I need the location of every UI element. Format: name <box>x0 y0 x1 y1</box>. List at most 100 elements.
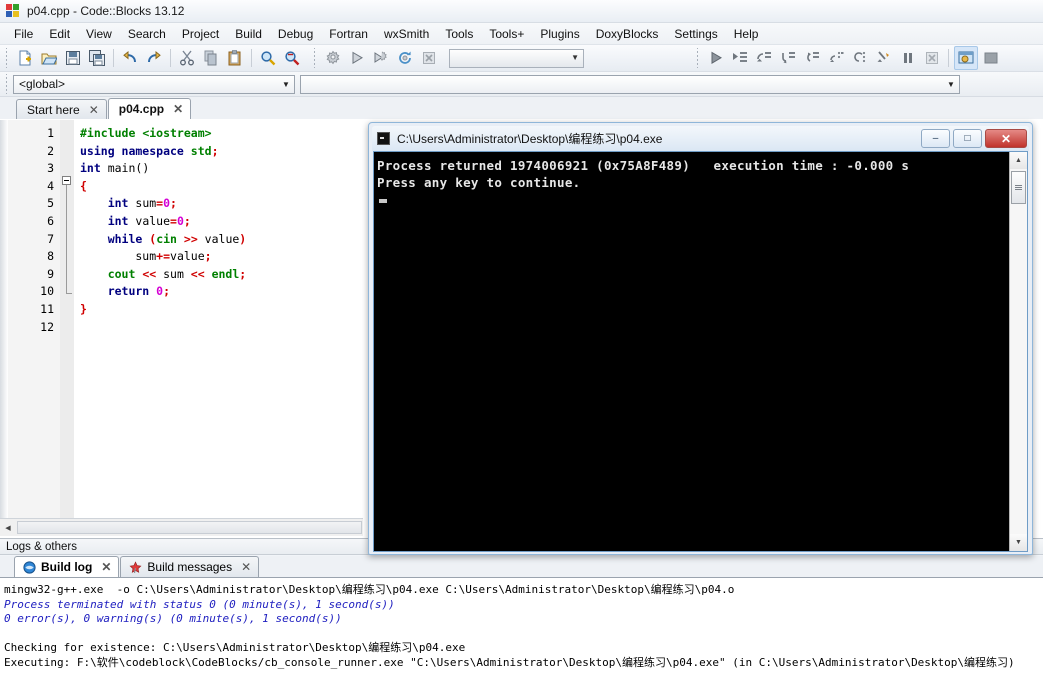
open-file-icon[interactable] <box>38 47 60 69</box>
function-combo[interactable]: ▼ <box>300 74 960 94</box>
close-icon[interactable]: ✕ <box>101 560 111 574</box>
menu-item-file[interactable]: File <box>6 25 41 43</box>
scroll-left-icon[interactable]: ◀ <box>0 520 16 535</box>
next-line-icon[interactable] <box>753 47 775 69</box>
code-token: endl <box>211 266 240 281</box>
toolbar-grip[interactable] <box>311 48 318 68</box>
editor-tab-p04-cpp[interactable]: p04.cpp ✕ <box>107 98 192 119</box>
menu-item-wxsmith[interactable]: wxSmith <box>376 25 437 43</box>
editor-horizontal-scrollbar[interactable]: ◀ <box>0 518 363 536</box>
scroll-track[interactable] <box>1010 169 1027 534</box>
menu-item-tools-plus[interactable]: Tools+ <box>481 25 532 43</box>
code-folding-margin[interactable] <box>60 120 74 518</box>
next-instruction-icon[interactable] <box>825 47 847 69</box>
console-line: Process returned 1974006921 (0x75A8F489)… <box>377 158 910 173</box>
menu-item-edit[interactable]: Edit <box>41 25 78 43</box>
menu-item-build[interactable]: Build <box>227 25 270 43</box>
scroll-up-icon[interactable]: ▲ <box>1010 152 1027 169</box>
build-and-run-icon[interactable] <box>370 47 392 69</box>
editor-tab-start-here[interactable]: Start here ✕ <box>16 99 107 119</box>
close-icon[interactable]: ✕ <box>173 102 183 116</box>
console-window-buttons: – □ ✕ <box>918 129 1029 148</box>
code-token: ; <box>183 213 191 228</box>
paste-icon[interactable] <box>224 47 246 69</box>
logs-tab-build-log[interactable]: Build log ✕ <box>14 556 120 577</box>
chevron-down-icon: ▼ <box>947 79 955 89</box>
toolbar-separator <box>170 49 171 67</box>
code-token: int <box>80 213 136 228</box>
copy-icon[interactable] <box>200 47 222 69</box>
log-line: Process terminated with status 0 (0 minu… <box>4 597 395 611</box>
step-out-icon[interactable] <box>801 47 823 69</box>
menu-item-help[interactable]: Help <box>726 25 767 43</box>
chevron-down-icon: ▼ <box>571 53 579 62</box>
maximize-button[interactable]: □ <box>953 129 982 148</box>
break-debugger-icon[interactable] <box>873 47 895 69</box>
menu-item-debug[interactable]: Debug <box>270 25 321 43</box>
menu-item-view[interactable]: View <box>78 25 120 43</box>
build-target-combo[interactable]: ▼ <box>449 48 584 68</box>
console-window[interactable]: C:\Users\Administrator\Desktop\编程练习\p04.… <box>368 122 1033 555</box>
step-into-instruction-icon[interactable] <box>849 47 871 69</box>
various-info-icon[interactable] <box>980 47 1002 69</box>
menu-bar: File Edit View Search Project Build Debu… <box>0 23 1043 45</box>
fold-collapse-icon[interactable] <box>62 176 71 185</box>
title-bar: p04.cpp - Code::Blocks 13.12 <box>0 0 1043 23</box>
build-log-output[interactable]: mingw32-g++.exe -o C:\Users\Administrato… <box>0 578 1043 692</box>
menu-item-search[interactable]: Search <box>120 25 174 43</box>
toolbar-grip[interactable] <box>3 48 10 68</box>
find-icon[interactable] <box>257 47 279 69</box>
code-token: ; <box>163 284 171 299</box>
debug-continue-icon[interactable] <box>705 47 727 69</box>
console-vertical-scrollbar[interactable]: ▲ ▼ <box>1009 152 1027 551</box>
abort-icon[interactable] <box>418 47 440 69</box>
scroll-track[interactable] <box>17 521 362 534</box>
redo-icon[interactable] <box>143 47 165 69</box>
logs-tab-strip: Build log ✕ Build messages ✕ <box>0 556 1043 578</box>
menu-item-tools[interactable]: Tools <box>437 25 481 43</box>
save-all-icon[interactable] <box>86 47 108 69</box>
close-icon[interactable]: ✕ <box>241 560 251 574</box>
scopebar-grip[interactable] <box>3 74 10 94</box>
pause-debugger-icon[interactable] <box>897 47 919 69</box>
rebuild-icon[interactable] <box>394 47 416 69</box>
scroll-thumb[interactable] <box>1011 171 1026 204</box>
code-token: while <box>80 231 150 246</box>
console-title-bar[interactable]: C:\Users\Administrator\Desktop\编程练习\p04.… <box>372 126 1029 151</box>
logs-tab-build-messages[interactable]: Build messages ✕ <box>120 556 260 577</box>
menu-item-doxyblocks[interactable]: DoxyBlocks <box>588 25 667 43</box>
menu-item-project[interactable]: Project <box>174 25 227 43</box>
menu-item-settings[interactable]: Settings <box>666 25 725 43</box>
scope-combo[interactable]: <global> ▼ <box>13 74 295 94</box>
code-token: std <box>190 143 212 158</box>
build-icon[interactable] <box>322 47 344 69</box>
line-number: 2 <box>47 143 54 158</box>
menu-item-fortran[interactable]: Fortran <box>321 25 376 43</box>
console-body[interactable]: Process returned 1974006921 (0x75A8F489)… <box>373 151 1028 552</box>
line-number: 12 <box>40 319 54 334</box>
code-token: value <box>170 249 205 264</box>
build-log-icon <box>23 560 36 574</box>
code-token: () <box>135 161 150 176</box>
save-icon[interactable] <box>62 47 84 69</box>
replace-icon[interactable] <box>281 47 303 69</box>
console-output[interactable]: Process returned 1974006921 (0x75A8F489)… <box>374 152 1009 551</box>
run-to-cursor-icon[interactable] <box>729 47 751 69</box>
scroll-down-icon[interactable]: ▼ <box>1010 534 1027 551</box>
stop-debugger-icon[interactable] <box>921 47 943 69</box>
cut-icon[interactable] <box>176 47 198 69</box>
minimize-button[interactable]: – <box>921 129 950 148</box>
tab-label: p04.cpp <box>118 102 165 116</box>
run-icon[interactable] <box>346 47 368 69</box>
new-file-icon[interactable] <box>14 47 36 69</box>
code-token: main <box>107 161 136 176</box>
step-into-icon[interactable] <box>777 47 799 69</box>
undo-icon[interactable] <box>119 47 141 69</box>
toolbar-grip[interactable] <box>694 48 701 68</box>
code-token: sum <box>163 266 184 281</box>
close-button[interactable]: ✕ <box>985 129 1027 148</box>
close-icon[interactable]: ✕ <box>89 103 99 117</box>
debugging-windows-icon[interactable] <box>954 46 978 70</box>
menu-item-plugins[interactable]: Plugins <box>532 25 587 43</box>
